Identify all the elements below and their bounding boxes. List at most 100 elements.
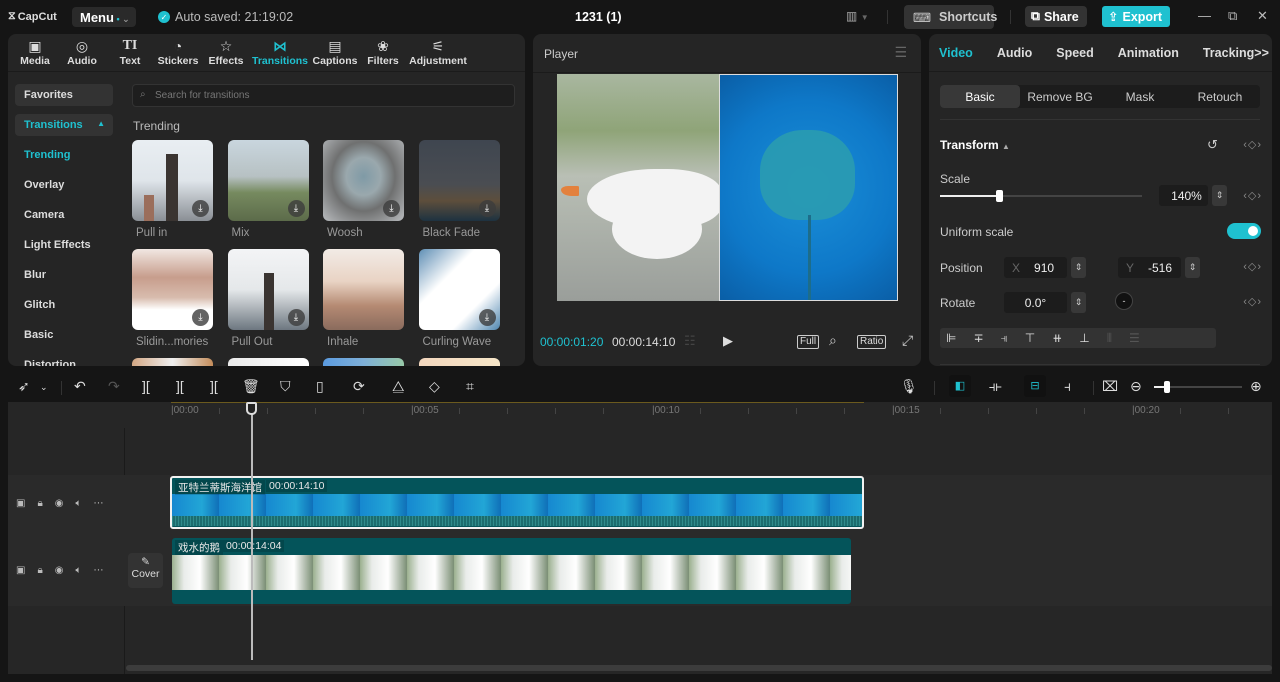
- category-light-effects[interactable]: Light Effects: [15, 234, 113, 256]
- search-input[interactable]: ⌕ Search for transitions: [132, 84, 515, 107]
- subtab-retouch[interactable]: Retouch: [1180, 85, 1260, 108]
- position-y-stepper[interactable]: ⇕: [1185, 257, 1200, 278]
- full-quality-button[interactable]: Full: [797, 335, 820, 349]
- tab-tracking[interactable]: Tracking>>: [1203, 34, 1269, 71]
- align-center-v-icon[interactable]: ⧺: [1052, 331, 1062, 345]
- zoom-slider-handle[interactable]: [1164, 381, 1171, 393]
- scale-stepper[interactable]: ⇕: [1212, 185, 1227, 206]
- auto-snap-icon[interactable]: ⟛: [989, 378, 1002, 395]
- tab-audio[interactable]: ◎ Audio: [58, 34, 106, 71]
- undo-icon[interactable]: ↶: [74, 378, 86, 395]
- scale-slider[interactable]: [940, 190, 1142, 202]
- category-favorites[interactable]: Favorites: [15, 84, 113, 106]
- rotate-input[interactable]: 0.0°: [1004, 292, 1067, 313]
- tab-text[interactable]: TI Text: [106, 34, 154, 71]
- rotation-dial[interactable]: -: [1115, 292, 1133, 310]
- category-glitch[interactable]: Glitch: [15, 294, 113, 316]
- tab-video[interactable]: Video: [939, 34, 973, 71]
- preview-axis-icon[interactable]: ⫞: [1064, 378, 1071, 395]
- category-blur[interactable]: Blur: [15, 264, 113, 286]
- select-cursor-icon[interactable]: ➶: [18, 378, 30, 395]
- chevron-down-icon[interactable]: ⌄: [40, 382, 48, 393]
- align-left-icon[interactable]: ⊫: [946, 331, 956, 345]
- layout-button[interactable]: ▥ ▼: [846, 9, 869, 23]
- menu-button[interactable]: Menu • ⌄: [72, 7, 136, 27]
- transition-card[interactable]: Inhale: [323, 249, 404, 358]
- tab-adjustment[interactable]: ⚟ Adjustment: [406, 34, 470, 71]
- tab-media[interactable]: ▣ Media: [12, 34, 58, 71]
- mirror-icon[interactable]: ⧋: [392, 378, 405, 395]
- delete-icon[interactable]: 🗑︎: [242, 378, 260, 395]
- keyframe-icon[interactable]: ‹◇›: [1243, 260, 1262, 273]
- transform-section-toggle[interactable]: Transform ▲: [940, 138, 1010, 152]
- reverse-icon[interactable]: ⟳: [353, 378, 365, 395]
- menu-icon[interactable]: ☰: [894, 44, 907, 61]
- transition-card[interactable]: ⤓ Slidin...mories: [132, 249, 213, 358]
- position-y-input[interactable]: Y -516: [1118, 257, 1181, 278]
- keyframe-icon[interactable]: ‹◇›: [1243, 138, 1262, 151]
- share-button[interactable]: ⧉ Share: [1025, 6, 1087, 27]
- tab-transitions[interactable]: ⋈ Transitions: [250, 34, 310, 71]
- download-icon[interactable]: ⤓: [478, 200, 496, 217]
- align-center-h-icon[interactable]: ∓: [973, 331, 983, 345]
- playhead-handle[interactable]: [246, 402, 257, 415]
- category-distortion[interactable]: Distortion: [15, 354, 113, 366]
- video-clip-main[interactable]: 戏水的鹅 00:00:14:04: [172, 538, 851, 604]
- minimize-button[interactable]: —: [1198, 8, 1211, 23]
- export-button[interactable]: ⇪ Export: [1102, 6, 1170, 27]
- linkage-icon[interactable]: ⊟: [1024, 375, 1046, 397]
- ratio-button[interactable]: Ratio: [857, 335, 887, 349]
- main-track-magnet-icon[interactable]: ◧: [949, 375, 971, 397]
- category-basic[interactable]: Basic: [15, 324, 113, 346]
- tab-stickers[interactable]: ◔ Stickers: [154, 34, 202, 71]
- speaker-icon[interactable]: 🔈︎: [76, 498, 82, 509]
- download-icon[interactable]: ⤓: [287, 309, 305, 326]
- position-x-stepper[interactable]: ⇕: [1071, 257, 1086, 278]
- video-preview-stingray[interactable]: [719, 74, 898, 301]
- eye-icon[interactable]: ◉: [55, 498, 64, 509]
- marker-icon[interactable]: ⛉: [280, 378, 291, 395]
- rotate-icon[interactable]: ◇: [429, 378, 440, 395]
- download-icon[interactable]: ⤓: [192, 309, 209, 326]
- category-overlay[interactable]: Overlay: [15, 174, 113, 196]
- subtab-mask[interactable]: Mask: [1100, 85, 1180, 108]
- close-button[interactable]: ✕: [1257, 8, 1268, 24]
- speaker-icon[interactable]: 🔈︎: [76, 565, 82, 576]
- delete-right-icon[interactable]: ][: [210, 378, 218, 394]
- align-top-icon[interactable]: ⊤: [1025, 331, 1035, 345]
- lock-icon[interactable]: 🔒︎: [37, 498, 42, 509]
- fullscreen-icon[interactable]: ⤢: [902, 332, 913, 349]
- shortcuts-button[interactable]: ⌨ Shortcuts: [904, 5, 997, 29]
- split-icon[interactable]: ][: [142, 378, 150, 394]
- download-icon[interactable]: ⤓: [383, 200, 400, 217]
- restore-button[interactable]: ⧉: [1228, 8, 1237, 24]
- tab-animation[interactable]: Animation: [1118, 34, 1179, 71]
- transition-card[interactable]: ⤓ Woosh: [323, 140, 404, 249]
- tab-filters[interactable]: ❀ Filters: [360, 34, 406, 71]
- category-trending[interactable]: Trending: [15, 144, 113, 166]
- more-icon[interactable]: ⋯: [94, 498, 104, 509]
- download-icon[interactable]: ⤓: [192, 200, 209, 217]
- transition-card[interactable]: ⤓ Pull Out: [227, 249, 309, 358]
- time-ruler[interactable]: |00:00 |00:05 |00:10 |00:15 |00:20: [125, 402, 1272, 422]
- transition-card[interactable]: ⤓ Black Fade: [418, 140, 500, 249]
- transition-card[interactable]: ⤓ Pull in: [132, 140, 213, 249]
- microphone-icon[interactable]: 🎙︎: [900, 378, 918, 395]
- timeline-zoom-slider[interactable]: [1154, 381, 1242, 393]
- play-button[interactable]: ▶: [723, 333, 733, 349]
- category-transitions[interactable]: Transitions ▲: [15, 114, 113, 136]
- subtab-basic[interactable]: Basic: [940, 85, 1020, 108]
- video-preview-goose[interactable]: [557, 74, 722, 301]
- reset-icon[interactable]: ↺: [1207, 137, 1218, 153]
- uniform-scale-toggle[interactable]: [1227, 223, 1261, 239]
- cover-button[interactable]: ✎ Cover: [128, 553, 163, 588]
- transition-card[interactable]: ⤓ Curling Wave: [418, 249, 500, 358]
- tab-audio[interactable]: Audio: [997, 34, 1032, 71]
- keyframe-icon[interactable]: ‹◇›: [1243, 295, 1262, 308]
- rotate-stepper[interactable]: ⇕: [1071, 292, 1086, 313]
- transition-card[interactable]: ⤓ Mix: [227, 140, 309, 249]
- subtab-remove-bg[interactable]: Remove BG: [1020, 85, 1100, 108]
- keyframe-icon[interactable]: ‹◇›: [1243, 189, 1262, 202]
- download-icon[interactable]: ⤓: [478, 309, 496, 326]
- fit-timeline-icon[interactable]: ⌧: [1102, 378, 1118, 395]
